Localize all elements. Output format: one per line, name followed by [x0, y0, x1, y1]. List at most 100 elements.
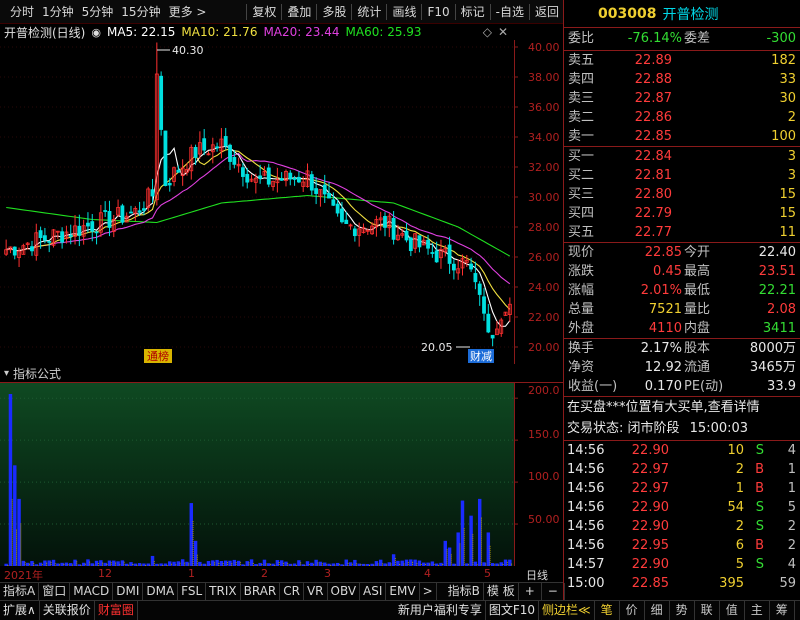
back-button[interactable]: 返回 — [531, 0, 563, 24]
candle-body — [90, 221, 95, 232]
volume-bar — [391, 554, 396, 566]
trade-status: 交易状态: 闭市阶段 15:00:03 — [567, 418, 800, 439]
tab-main[interactable]: 主 — [745, 601, 770, 620]
fund-row: 净资 12.92 流通 3465万 — [564, 358, 800, 377]
candle-body — [258, 175, 263, 179]
candle-body — [150, 189, 155, 197]
zoom-out-button[interactable]: − — [542, 583, 565, 600]
period-label[interactable]: 日线 — [526, 567, 548, 583]
big-order-notice[interactable]: 在买盘***位置有大买单,查看详情 — [567, 397, 800, 418]
fund-row: 收益(一) 0.170 PE(动) 33.9 — [564, 377, 800, 396]
candle-body — [42, 235, 47, 241]
stats-block: 现价 22.85 今开 22.40 涨跌 0.45 最高 23.51 涨幅 2.01% 最低 22.2… — [564, 242, 800, 338]
vol-axis-200: 200.0 — [528, 384, 560, 397]
candle-body — [309, 174, 314, 191]
tab-ticks[interactable]: 笔 — [595, 601, 620, 620]
statistics-button[interactable]: 统计 — [353, 0, 385, 24]
volume-bar — [469, 515, 473, 566]
multi-stock-button[interactable]: 多股 — [318, 0, 350, 24]
weibi-label: 委比 — [568, 31, 595, 46]
candle-body — [215, 146, 220, 149]
tab-trix[interactable]: TRIX — [206, 583, 241, 600]
stock-name: 开普检测 — [662, 6, 719, 23]
overlay-button[interactable]: 叠加 — [283, 0, 315, 24]
more-periods-button[interactable]: 更多 > — [165, 0, 211, 24]
tab-emv[interactable]: EMV — [386, 583, 420, 600]
tab-brar[interactable]: BRAR — [241, 583, 281, 600]
tick-direction: S — [755, 443, 764, 458]
axis-month-3: 3 — [324, 567, 331, 580]
new-user-benefits-link[interactable]: 新用户福利专享 — [395, 601, 486, 620]
tab-obv[interactable]: OBV — [328, 583, 361, 600]
tick-direction: S — [755, 500, 764, 515]
settings-icon[interactable]: ◉ — [91, 26, 101, 39]
tick-row: 14:56 22.90 54 S 5 — [564, 498, 800, 517]
tab-scroll-right[interactable]: > — [420, 583, 437, 600]
tab-dma[interactable]: DMA — [143, 583, 179, 600]
tick-price: 22.95 — [631, 538, 669, 553]
stat-value: 22.85 — [644, 245, 682, 260]
candle-body — [159, 75, 164, 130]
close-icon[interactable]: ✕ — [498, 25, 508, 39]
tab-value[interactable]: 值 — [720, 601, 745, 620]
tab-indicator-b[interactable]: 指标B — [445, 583, 484, 600]
f10-button[interactable]: F10 — [423, 0, 453, 24]
tab-asi[interactable]: ASI — [360, 583, 387, 600]
tick-direction: B — [755, 462, 764, 477]
candle-body — [314, 188, 319, 194]
tab-dmi[interactable]: DMI — [113, 583, 144, 600]
tab-1min[interactable]: 1分钟 — [38, 0, 78, 24]
sidebar-toggle[interactable]: 侧边栏≪ — [539, 601, 595, 620]
candle-body — [38, 230, 43, 239]
stat-row: 总量 7521 量比 2.08 — [564, 300, 800, 319]
candle-body — [202, 138, 207, 151]
indicator-chart[interactable]: 200.0 150.0 100.0 50.00 — [0, 382, 563, 566]
stat-label: 涨幅 — [568, 283, 595, 298]
tab-15min[interactable]: 15分钟 — [117, 0, 164, 24]
candle-body — [223, 136, 228, 147]
zoom-in-button[interactable]: + — [519, 583, 542, 600]
tab-trend[interactable]: 势 — [670, 601, 695, 620]
draw-line-button[interactable]: 画线 — [388, 0, 420, 24]
f10-graphic-tab[interactable]: 图文F10 — [486, 601, 540, 620]
tab-cr[interactable]: CR — [280, 583, 304, 600]
price-axis-label: 28.00 — [528, 221, 560, 234]
wealth-circle-tab[interactable]: 财富圈 — [95, 601, 138, 620]
chevron-down-icon[interactable]: ▾ — [4, 368, 9, 379]
candle-body — [94, 231, 99, 234]
tab-intraday[interactable]: 分时 — [6, 0, 38, 24]
tab-5min[interactable]: 5分钟 — [78, 0, 118, 24]
remove-watchlist-button[interactable]: -自选 — [492, 0, 528, 24]
tab-window[interactable]: 窗口 — [39, 583, 71, 600]
mark-button[interactable]: 标记 — [457, 0, 489, 24]
ask-price: 22.86 — [634, 110, 672, 125]
fund-label: 股本 — [684, 341, 711, 356]
tab-template[interactable]: 模 板 — [484, 583, 519, 600]
tick-volume: 1 — [735, 481, 744, 496]
candle-body — [68, 235, 73, 237]
tab-related[interactable]: 联 — [695, 601, 720, 620]
tick-count: 2 — [787, 519, 796, 534]
tab-detail[interactable]: 细 — [645, 601, 670, 620]
bid-label: 买五 — [568, 225, 595, 240]
bid-label: 买一 — [568, 149, 595, 164]
weibi-value: -76.14% — [627, 31, 682, 46]
candlestick-chart[interactable]: 40.00 38.00 36.00 34.00 32.00 30.00 28.00 26.00… — [0, 40, 563, 364]
tab-indicator-a[interactable]: 指标A — [0, 583, 40, 600]
tick-row: 14:56 22.90 10 S 4 — [564, 441, 800, 460]
adjust-button[interactable]: 复权 — [248, 0, 280, 24]
tab-fsl[interactable]: FSL — [178, 583, 207, 600]
diamond-icon[interactable]: ◇ — [483, 25, 492, 39]
indicator-label[interactable]: 指标公式 — [13, 365, 61, 382]
price-axis-label: 26.00 — [528, 251, 560, 264]
fund-value: 2.17% — [640, 341, 682, 356]
expand-button[interactable]: 扩展∧ — [0, 601, 40, 620]
tab-price[interactable]: 价 — [620, 601, 645, 620]
tab-macd[interactable]: MACD — [70, 583, 114, 600]
volume-bar — [486, 532, 491, 566]
tab-chips[interactable]: 筹 — [770, 601, 795, 620]
axis-month-5: 5 — [484, 567, 491, 580]
candle-body — [228, 144, 232, 162]
tab-vr[interactable]: VR — [304, 583, 328, 600]
related-quotes-tab[interactable]: 关联报价 — [40, 601, 95, 620]
